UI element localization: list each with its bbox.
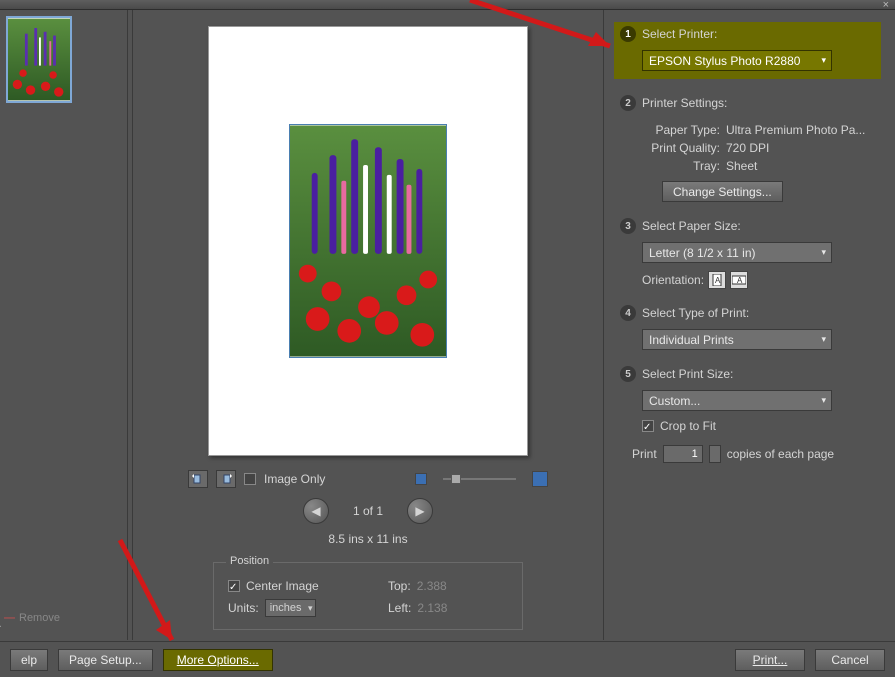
zoom-large-icon[interactable] xyxy=(532,471,548,487)
print-button[interactable]: Print... xyxy=(735,649,805,671)
thumbnails-panel xyxy=(0,10,128,640)
paper-size-select[interactable]: Letter (8 1/2 x 11 in) xyxy=(642,242,832,263)
units-label: Units: xyxy=(228,601,259,615)
crop-to-fit-label: Crop to Fit xyxy=(660,419,716,433)
image-only-label: Image Only xyxy=(264,472,325,486)
image-only-checkbox[interactable] xyxy=(244,473,256,485)
step-2-title: Printer Settings: xyxy=(642,96,727,110)
thumbnail-image xyxy=(8,18,70,101)
print-quality-label: Print Quality: xyxy=(642,141,726,155)
preview-toolbar: Image Only xyxy=(188,470,548,488)
rotate-ccw-icon[interactable] xyxy=(188,470,208,488)
center-image-checkbox[interactable] xyxy=(228,580,240,592)
tray-value: Sheet xyxy=(726,159,757,173)
preview-image xyxy=(289,124,447,358)
print-quality-value: 720 DPI xyxy=(726,141,769,155)
orientation-label: Orientation: xyxy=(642,273,704,287)
step-4-badge: 4 xyxy=(620,305,636,321)
center-image-label: Center Image xyxy=(246,579,319,593)
top-label: Top: xyxy=(388,579,411,593)
titlebar: × xyxy=(0,0,895,10)
copies-input[interactable] xyxy=(663,445,703,463)
position-group: Position Center Image Top: 2.388 Units: … xyxy=(213,562,523,630)
page-setup-button[interactable]: Page Setup... xyxy=(58,649,153,671)
units-select[interactable]: inches xyxy=(265,599,317,617)
preview-panel: Image Only ◀ 1 of 1 ▶ 8.5 ins x 11 ins P… xyxy=(132,10,604,640)
cancel-button[interactable]: Cancel xyxy=(815,649,885,671)
svg-text:A: A xyxy=(737,276,743,285)
copies-row: Print copies of each page xyxy=(632,445,881,463)
paper-dimensions: 8.5 ins x 11 ins xyxy=(328,532,407,546)
left-label: Left: xyxy=(388,601,411,615)
paper-preview xyxy=(208,26,528,456)
remove-label: Remove xyxy=(19,612,60,624)
paper-type-label: Paper Type: xyxy=(642,123,726,137)
rotate-cw-icon[interactable] xyxy=(216,470,236,488)
orientation-landscape-icon[interactable]: A xyxy=(730,271,748,289)
orientation-portrait-icon[interactable]: A xyxy=(708,271,726,289)
step-4-title: Select Type of Print: xyxy=(642,306,749,320)
prev-page-button[interactable]: ◀ xyxy=(303,498,329,524)
step-2-badge: 2 xyxy=(620,95,636,111)
settings-panel: 1 Select Printer: EPSON Stylus Photo R28… xyxy=(604,10,895,640)
copies-spinner[interactable] xyxy=(709,445,721,463)
svg-text:A: A xyxy=(715,276,721,285)
step-type-of-print: 4 Select Type of Print: Individual Print… xyxy=(614,301,881,350)
tray-label: Tray: xyxy=(642,159,726,173)
zoom-small-icon[interactable] xyxy=(415,473,427,485)
step-5-title: Select Print Size: xyxy=(642,367,733,381)
page-nav: ◀ 1 of 1 ▶ xyxy=(303,498,433,524)
paper-type-value: Ultra Premium Photo Pa... xyxy=(726,123,865,137)
remove-button[interactable]: — Remove xyxy=(4,612,60,624)
step-1-badge: 1 xyxy=(620,26,636,42)
step-paper-size: 3 Select Paper Size: Letter (8 1/2 x 11 … xyxy=(614,214,881,289)
step-select-printer: 1 Select Printer: EPSON Stylus Photo R28… xyxy=(614,22,881,79)
left-value: 2.138 xyxy=(417,601,447,615)
print-copies-label: Print xyxy=(632,447,657,461)
step-printer-settings: 2 Printer Settings: Paper Type:Ultra Pre… xyxy=(614,91,881,202)
printer-select[interactable]: EPSON Stylus Photo R2880 xyxy=(642,50,832,71)
step-print-size: 5 Select Print Size: Custom... Crop to F… xyxy=(614,362,881,433)
top-value: 2.388 xyxy=(417,579,447,593)
main-area: Image Only ◀ 1 of 1 ▶ 8.5 ins x 11 ins P… xyxy=(0,10,895,640)
zoom-slider[interactable] xyxy=(443,478,516,480)
footer: elp Page Setup... More Options... Print.… xyxy=(0,641,895,677)
position-legend: Position xyxy=(226,555,273,567)
help-button[interactable]: elp xyxy=(10,649,48,671)
step-1-title: Select Printer: xyxy=(642,27,717,41)
next-page-button[interactable]: ▶ xyxy=(407,498,433,524)
page-indicator: 1 of 1 xyxy=(353,504,383,518)
close-icon[interactable]: × xyxy=(883,0,889,11)
step-5-badge: 5 xyxy=(620,366,636,382)
crop-to-fit-checkbox[interactable] xyxy=(642,420,654,432)
add-button-cutoff[interactable]: dd... xyxy=(0,618,1,630)
step-3-title: Select Paper Size: xyxy=(642,219,741,233)
change-settings-button[interactable]: Change Settings... xyxy=(662,181,783,202)
print-size-select[interactable]: Custom... xyxy=(642,390,832,411)
copies-suffix: copies of each page xyxy=(727,447,834,461)
thumbnail[interactable] xyxy=(6,16,72,103)
step-3-badge: 3 xyxy=(620,218,636,234)
minus-icon: — xyxy=(4,612,15,624)
print-type-select[interactable]: Individual Prints xyxy=(642,329,832,350)
more-options-button[interactable]: More Options... xyxy=(163,649,273,671)
